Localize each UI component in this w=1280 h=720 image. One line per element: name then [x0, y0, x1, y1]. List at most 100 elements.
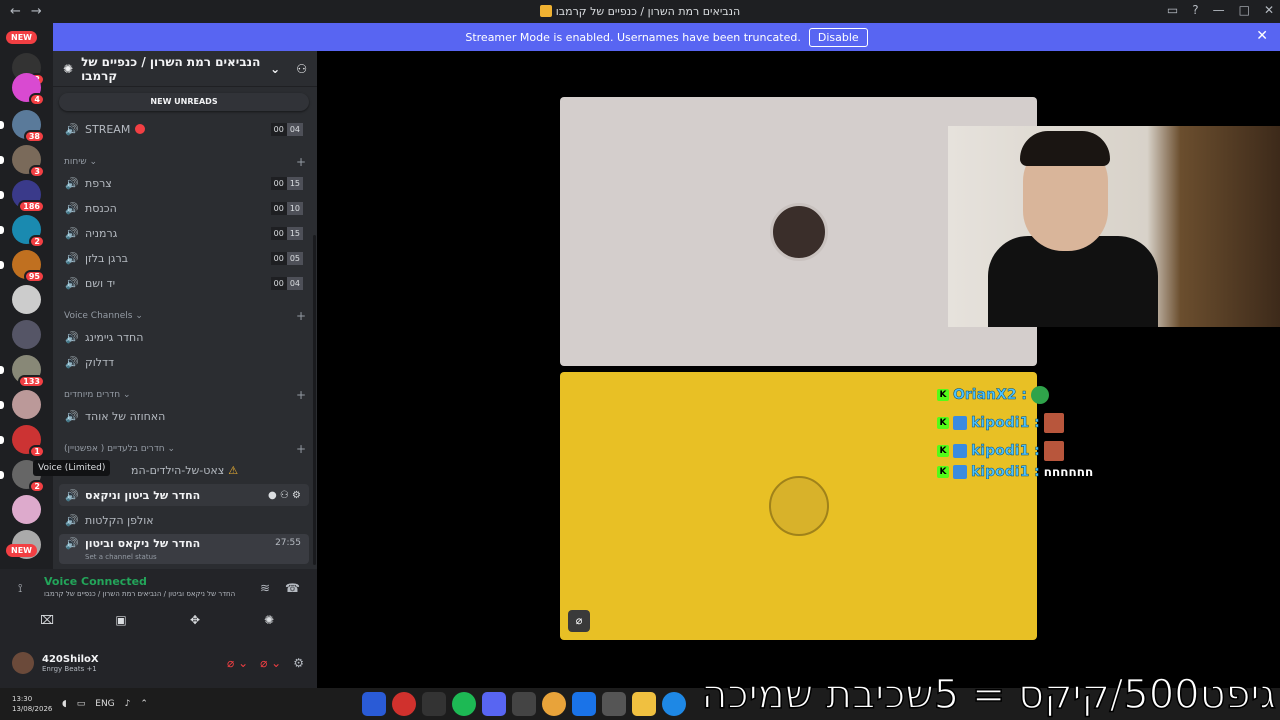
channel-actions[interactable]: ● ⚇ ⚙: [268, 490, 301, 501]
chat-line: Kkipodi1 :: [937, 409, 1093, 437]
category-talk[interactable]: שיחות ⌄ +: [64, 155, 310, 169]
stage-area: ⌀ K OrianX2 : Kkipodi1 : Kkipodi1 : Kkipo…: [317, 51, 1280, 688]
close-window-icon[interactable]: ✕: [1264, 3, 1274, 17]
app-icon[interactable]: [362, 692, 386, 716]
new-pill-bottom[interactable]: NEW: [6, 544, 37, 557]
channel-item[interactable]: 🔊 האחוזה של אוהד: [59, 405, 309, 427]
help-icon[interactable]: ?: [1192, 3, 1198, 17]
activities-icon[interactable]: ✥: [160, 609, 230, 631]
speaker-icon: 🔊: [65, 276, 79, 290]
channel-item[interactable]: 🔊 ברגן בלזן 00 05: [59, 247, 309, 269]
volume-icon[interactable]: ◖: [62, 699, 67, 709]
category-voice-channels[interactable]: Voice Channels ⌄ +: [64, 309, 310, 323]
channel-item[interactable]: 🔊 גרמניה 00 15: [59, 222, 309, 244]
channel-current[interactable]: 🔊 החדר של ניקאס וביטון 27:55 Set a chann…: [59, 534, 309, 564]
server-icon[interactable]: [12, 285, 41, 314]
user-count: 00 05: [270, 251, 303, 265]
inbox-icon[interactable]: ▭: [1167, 3, 1178, 17]
channel-item[interactable]: 🔊 צרפת 00 15: [59, 172, 309, 194]
app-icon[interactable]: [512, 692, 536, 716]
window-controls: ▭ ? — □ ✕: [1167, 3, 1274, 17]
discord-icon[interactable]: [482, 692, 506, 716]
badge-icon: [953, 416, 967, 430]
category-epstein[interactable]: חדרים בלעדיים ( אפשטיין) ⌄ +: [64, 442, 310, 456]
channel-stream[interactable]: 🔊 STREAM 00 04: [59, 118, 309, 140]
tray-chevron-icon[interactable]: ⌃: [140, 699, 148, 709]
network-icon[interactable]: ▭: [77, 699, 86, 709]
emote-icon: [1043, 441, 1064, 461]
voice-panel: ⟟ Voice Connected החדר של ניקאס וביטון /…: [0, 569, 317, 688]
server-icon[interactable]: 3: [0, 145, 45, 178]
channel-item[interactable]: 🔊 הכנסת 00 10: [59, 197, 309, 219]
nav-buttons: ← →: [0, 4, 42, 19]
channel-status[interactable]: Set a channel status: [85, 553, 157, 561]
invite-icon[interactable]: ⚇: [296, 62, 307, 76]
taskbar-apps: [362, 692, 686, 716]
channel-item[interactable]: 🔊 יד ושם 00 04: [59, 272, 309, 294]
live-dot-icon: [135, 124, 146, 134]
server-icon[interactable]: 133: [0, 355, 45, 388]
app-icon[interactable]: [422, 692, 446, 716]
title-bar: ← → הנביאים רמת השרון / כנפיים של קרמבו …: [0, 0, 1280, 23]
guild-icon: [539, 5, 552, 17]
server-icon[interactable]: 1: [0, 425, 45, 458]
app-icon[interactable]: [572, 692, 596, 716]
app-icon[interactable]: [392, 692, 416, 716]
new-pill-top[interactable]: NEW: [6, 31, 37, 44]
speaker-icon: 🔊: [65, 201, 79, 215]
scrollbar[interactable]: [313, 235, 316, 565]
speaker-icon: 🔊: [65, 176, 79, 190]
add-channel-icon[interactable]: +: [296, 388, 306, 402]
server-icon[interactable]: 95: [0, 250, 45, 283]
back-arrow-icon[interactable]: ←: [10, 4, 21, 19]
maximize-icon[interactable]: □: [1239, 3, 1250, 17]
server-icon[interactable]: [0, 390, 41, 419]
disconnect-icon[interactable]: ☎: [285, 581, 300, 595]
forward-arrow-icon[interactable]: →: [31, 4, 42, 19]
channel-item[interactable]: 🔊 החדר גיימינג: [59, 326, 309, 348]
folder-icon[interactable]: [632, 692, 656, 716]
noise-suppression-icon[interactable]: ≋: [260, 581, 270, 595]
chrome-icon[interactable]: [542, 692, 566, 716]
deafen-icon[interactable]: ⌀ ⌄: [260, 656, 281, 670]
kick-icon: K: [937, 466, 949, 478]
clock[interactable]: 13:30 13/08/2026: [0, 694, 58, 714]
avatar[interactable]: [12, 652, 34, 674]
minimize-icon[interactable]: —: [1213, 3, 1225, 17]
channel-item[interactable]: 🔊 דדלוק: [59, 351, 309, 373]
voice-buttons: ⌧ ▣ ✥ ✺: [12, 609, 304, 631]
emote-icon: [1043, 413, 1064, 433]
channel-item-hovered[interactable]: 🔊 החדר של ביטון וניקאס ● ⚇ ⚙: [59, 484, 309, 506]
mic-icon[interactable]: ♪: [125, 699, 131, 709]
mute-icon[interactable]: ⌀ ⌄: [227, 656, 248, 670]
server-icon[interactable]: 38: [0, 110, 45, 143]
server-icon[interactable]: 2: [0, 215, 45, 248]
guild-header[interactable]: ✺ הנביאים רמת השרון / כנפיים של קרמבו ⌄ …: [53, 51, 317, 87]
user-count: 00 15: [270, 176, 303, 190]
spotify-icon[interactable]: [452, 692, 476, 716]
edge-icon[interactable]: [662, 692, 686, 716]
add-channel-icon[interactable]: +: [296, 442, 306, 456]
server-icon[interactable]: [12, 320, 41, 349]
server-icon[interactable]: 186: [0, 180, 45, 213]
emote-icon: [1031, 386, 1050, 404]
server-icon[interactable]: 4: [12, 73, 45, 106]
store-icon[interactable]: [602, 692, 626, 716]
category-special[interactable]: חדרים מיוחדים ⌄ +: [64, 388, 310, 402]
new-unreads-pill[interactable]: NEW UNREADS: [59, 93, 309, 111]
user-count: 00 10: [270, 201, 303, 215]
chat-line: Kkipodi1 :: [937, 437, 1093, 465]
add-channel-icon[interactable]: +: [296, 155, 306, 169]
signal-icon[interactable]: ⟟: [18, 581, 22, 596]
disable-button[interactable]: Disable: [808, 27, 868, 47]
channel-item[interactable]: 🔊 אולפן הקלטות: [59, 509, 309, 531]
settings-gear-icon[interactable]: ⚙: [293, 656, 304, 670]
soundboard-icon[interactable]: ✺: [234, 609, 304, 631]
camera-off-icon[interactable]: ⌧: [12, 609, 82, 631]
screen-share-icon[interactable]: ▣: [86, 609, 156, 631]
stream-overlay-text: גיפט500/קיקס = 5שכיבת שמיכה: [701, 671, 1277, 719]
kick-icon: K: [937, 389, 949, 401]
close-banner-icon[interactable]: ✕: [1256, 28, 1268, 44]
add-channel-icon[interactable]: +: [296, 309, 306, 323]
server-icon[interactable]: [12, 495, 41, 524]
